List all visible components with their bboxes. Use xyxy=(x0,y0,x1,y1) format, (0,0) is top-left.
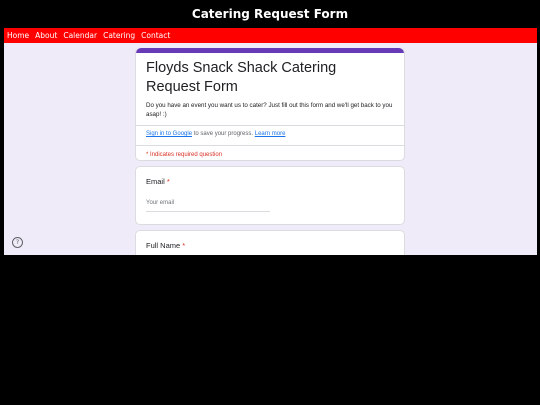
divider xyxy=(136,125,404,126)
signin-link[interactable]: Sign in to Google xyxy=(146,131,192,137)
nav-link-about[interactable]: About xyxy=(32,28,60,43)
form-title: Floyds Snack Shack Catering Request Form xyxy=(146,60,337,95)
required-note: * Indicates required question xyxy=(146,152,223,158)
required-star: * xyxy=(182,241,186,250)
form-accent-bar xyxy=(136,48,404,53)
question-label-email: Email * xyxy=(146,177,394,186)
full-name-label: Full Name xyxy=(146,241,181,250)
question-label-full-name: Full Name * xyxy=(146,241,394,250)
learn-more-link[interactable]: Learn more xyxy=(255,131,286,137)
form-description: Do you have an event you want us to cate… xyxy=(146,102,393,118)
nav-link-calendar[interactable]: Calendar xyxy=(60,28,100,43)
question-card-email: Email * Your email xyxy=(135,166,405,225)
required-star: * xyxy=(166,177,170,186)
navbar: Home About Calendar Catering Contact xyxy=(4,28,537,43)
signin-row: Sign in to Google to save your progress.… xyxy=(146,130,394,139)
question-card-full-name: Full Name * xyxy=(135,230,405,255)
embedded-form-frame: Floyds Snack Shack Catering Request Form… xyxy=(4,43,537,255)
form-header-card: Floyds Snack Shack Catering Request Form… xyxy=(135,48,405,161)
signin-text: to save your progress. xyxy=(192,131,255,137)
page-title: Catering Request Form xyxy=(191,7,349,21)
divider xyxy=(136,145,404,146)
nav-link-home[interactable]: Home xyxy=(4,28,32,43)
nav-link-catering[interactable]: Catering xyxy=(100,28,138,43)
nav-link-contact[interactable]: Contact xyxy=(138,28,173,43)
email-input[interactable]: Your email xyxy=(146,200,270,212)
email-label: Email xyxy=(146,177,165,186)
help-circle-icon[interactable]: ? xyxy=(12,237,23,248)
